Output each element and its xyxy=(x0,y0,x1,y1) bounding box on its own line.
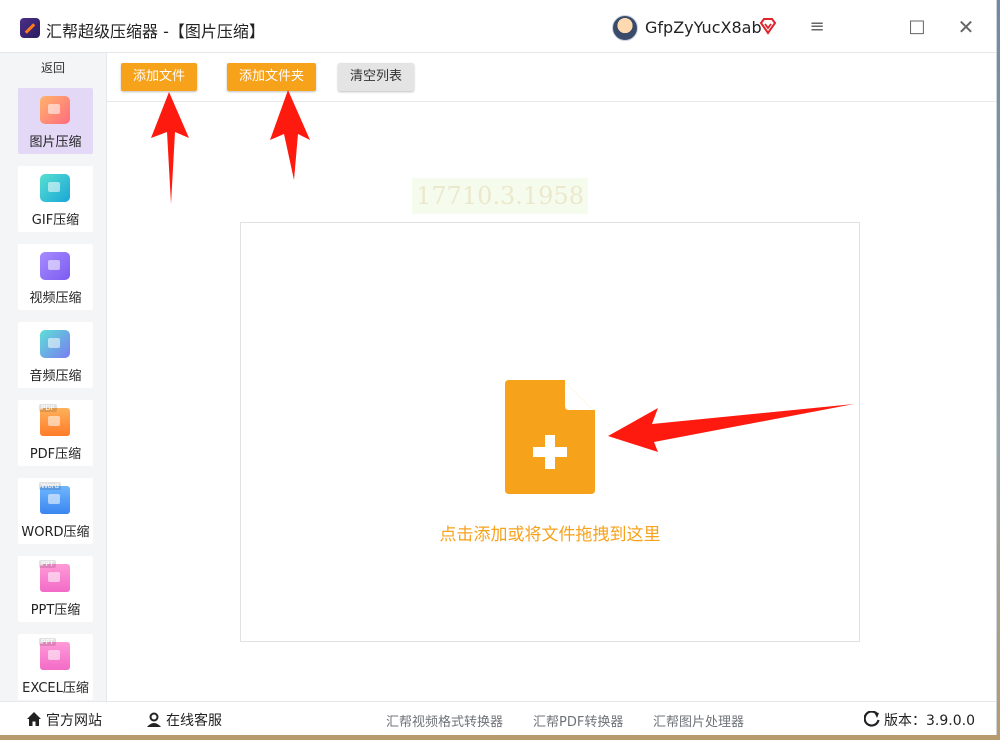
file-type-tag: PDF xyxy=(39,404,57,412)
clear-list-button[interactable]: 清空列表 xyxy=(338,63,415,91)
add-folder-button[interactable]: 添加文件夹 xyxy=(227,63,317,91)
maximize-icon[interactable]: □ xyxy=(904,14,930,40)
file-type-tag: PPT xyxy=(39,560,56,568)
image-processor-link[interactable]: 汇帮图片处理器 xyxy=(653,711,744,730)
sidebar-item-label: PDF压缩 xyxy=(29,447,82,462)
gif-icon xyxy=(40,174,70,202)
status-bar: 官方网站 在线客服 汇帮视频格式转换器 汇帮PDF转换器 汇帮图片处理器 版本：… xyxy=(0,701,996,735)
add-file-icon[interactable] xyxy=(505,380,595,494)
version-info[interactable]: 版本：3.9.0.0 xyxy=(864,710,975,730)
online-service-label: 在线客服 xyxy=(166,713,222,729)
watermark-text: 17710.3.1958 xyxy=(412,178,588,214)
version-label: 版本：3.9.0.0 xyxy=(884,713,975,729)
pdf-converter-link[interactable]: 汇帮PDF转换器 xyxy=(533,711,623,730)
pdf-icon: PDF xyxy=(39,404,70,436)
annotation-arrow-up-icon xyxy=(151,92,189,204)
annotation-arrow-left-icon xyxy=(608,404,854,452)
sidebar-item-audio-compress[interactable]: 音频压缩 xyxy=(18,322,93,388)
ppt-icon: PPT xyxy=(39,560,70,592)
word-icon: Word xyxy=(39,482,70,514)
excel-icon: PPT xyxy=(39,638,70,670)
sidebar-item-label: EXCEL压缩 xyxy=(22,681,89,696)
refresh-icon xyxy=(864,711,880,727)
sidebar-item-ppt-compress[interactable]: PPT PPT压缩 xyxy=(18,556,93,622)
sidebar-item-video-compress[interactable]: 视频压缩 xyxy=(18,244,93,310)
app-logo-icon xyxy=(20,18,40,38)
menu-icon[interactable]: ≡ xyxy=(804,14,830,40)
sidebar-item-label: 图片压缩 xyxy=(29,135,82,150)
sidebar-item-excel-compress[interactable]: PPT EXCEL压缩 xyxy=(18,634,93,700)
title-bar: 汇帮超级压缩器 -【图片压缩】 GfpZyYucX8ab ≡ □ ✕ xyxy=(0,0,996,53)
online-service-link[interactable]: 在线客服 xyxy=(146,710,222,730)
close-icon[interactable]: ✕ xyxy=(953,14,979,40)
video-icon xyxy=(40,252,70,280)
sidebar-item-gif-compress[interactable]: GIF压缩 xyxy=(18,166,93,232)
file-type-tag: PPT xyxy=(39,638,56,646)
sidebar-item-word-compress[interactable]: Word WORD压缩 xyxy=(18,478,93,544)
sidebar-item-label: 视频压缩 xyxy=(29,291,82,306)
image-icon xyxy=(40,96,70,124)
add-file-button[interactable]: 添加文件 xyxy=(121,63,198,91)
username[interactable]: GfpZyYucX8ab xyxy=(645,18,762,37)
app-window: 汇帮超级压缩器 -【图片压缩】 GfpZyYucX8ab ≡ □ ✕ 返回 图片… xyxy=(0,0,997,735)
vip-diamond-icon[interactable] xyxy=(759,17,777,35)
window-title: 汇帮超级压缩器 -【图片压缩】 xyxy=(46,22,265,41)
avatar[interactable] xyxy=(612,15,638,41)
home-icon xyxy=(27,712,41,726)
official-site-link[interactable]: 官方网站 xyxy=(26,710,102,730)
sidebar-item-label: WORD压缩 xyxy=(21,525,90,540)
official-site-label: 官方网站 xyxy=(46,713,102,729)
back-link[interactable]: 返回 xyxy=(0,59,106,76)
sidebar-item-pdf-compress[interactable]: PDF PDF压缩 xyxy=(18,400,93,466)
toolbar: 添加文件 添加文件夹 清空列表 xyxy=(107,53,996,102)
audio-icon xyxy=(40,330,70,358)
sidebar-item-label: GIF压缩 xyxy=(31,213,80,228)
customer-service-icon xyxy=(147,712,161,727)
sidebar: 返回 图片压缩 GIF压缩 视频压缩 音频压缩 PDF PDF压缩 Word W… xyxy=(0,53,107,701)
video-converter-link[interactable]: 汇帮视频格式转换器 xyxy=(386,711,503,730)
sidebar-item-label: 音频压缩 xyxy=(29,369,82,384)
sidebar-item-image-compress[interactable]: 图片压缩 xyxy=(18,88,93,154)
file-type-tag: Word xyxy=(39,482,61,490)
drop-hint-text: 点击添加或将文件拖拽到这里 xyxy=(439,525,661,545)
annotation-arrow-up-icon xyxy=(270,90,310,180)
sidebar-item-label: PPT压缩 xyxy=(30,603,81,618)
